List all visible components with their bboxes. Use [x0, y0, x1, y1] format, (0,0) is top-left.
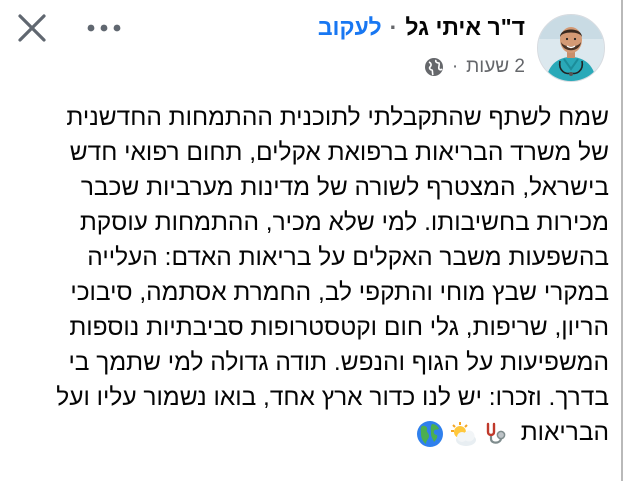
author-name[interactable]: ד"ר איתי גל: [405, 14, 525, 41]
post-text-line: בדרך. וזכרו: יש לנו כדור ארץ אחד, בואו נ…: [56, 384, 609, 411]
post-text-last-line: הבריאות: [9, 415, 609, 450]
close-button[interactable]: [14, 10, 50, 46]
globe-icon[interactable]: [424, 57, 444, 77]
trailing-emojis: [416, 420, 508, 448]
post-text-line: בהשפעות משבר האקלים על בריאות האדם: העלי…: [87, 244, 609, 271]
meta-separator: ·: [451, 56, 459, 77]
author-avatar[interactable]: [537, 14, 605, 82]
post-text-line: שמח לשתף שהתקבלתי לתוכנית ההתמחות החדשני…: [66, 104, 609, 131]
close-icon: [18, 14, 46, 42]
post-text-line: של משרד הבריאות ברפואת אקלים, תחום רפואי…: [69, 139, 609, 166]
post-header: ד"ר איתי גל · לעקוב 2 שעות ·: [0, 0, 623, 96]
avatar-image: [538, 15, 604, 81]
post-text-line: בישראל, המצטרף לשורה של מדינות מערביות ש…: [80, 174, 609, 201]
post-text-line: במקרי שבץ מוחי והתקפי לב, החמרת אסתמה, ס…: [70, 279, 609, 306]
stethoscope-emoji: [486, 422, 506, 444]
post-meta: 2 שעות ·: [424, 56, 525, 78]
post-text-line: מכירות בחשיבותו. למי שלא מכיר, ההתמחות ע…: [79, 209, 609, 236]
author-row: ד"ר איתי גל · לעקוב: [318, 14, 525, 41]
post-text: שמח לשתף שהתקבלתי לתוכנית ההתמחות החדשני…: [9, 100, 609, 450]
name-separator: ·: [389, 14, 398, 40]
post-text-line: הבריאות: [520, 419, 609, 446]
follow-button[interactable]: לעקוב: [318, 14, 382, 41]
sun-behind-cloud-emoji: [450, 421, 476, 446]
post-text-line: המשפיעות על הגוף והנפש. תודה גדולה למי ש…: [68, 349, 609, 376]
more-icon: [87, 24, 121, 32]
globe-americas-emoji: [416, 420, 443, 447]
more-options-button[interactable]: [86, 18, 122, 38]
post-time[interactable]: 2 שעות: [466, 56, 525, 78]
post-text-line: הריון, שריפות, גלי חום וקטסטרופות סביבתי…: [69, 314, 609, 341]
